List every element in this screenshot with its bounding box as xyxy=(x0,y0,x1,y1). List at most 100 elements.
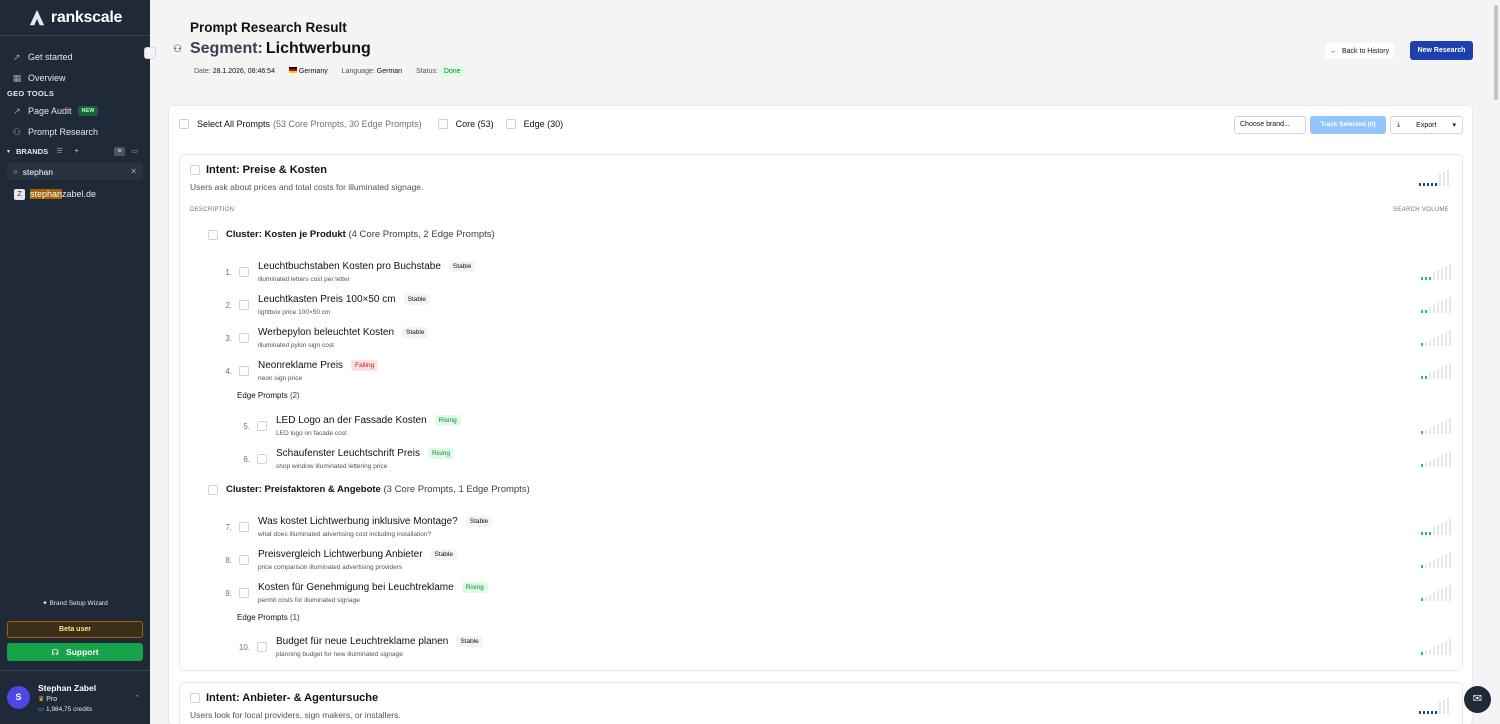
track-selected-button[interactable]: Track Selected (0) xyxy=(1310,116,1386,134)
prompt-number: 3. xyxy=(225,334,232,343)
volume-bar xyxy=(1425,430,1427,434)
prompt-title: Was kostet Lichtwerbung inklusive Montag… xyxy=(258,516,458,527)
intent-description: Users ask about prices and total costs f… xyxy=(190,182,424,192)
volume-bars xyxy=(1421,450,1451,467)
export-button[interactable]: ⤓ Export ▾ xyxy=(1390,116,1463,134)
back-to-history-button[interactable]: ← Back to History xyxy=(1325,43,1395,59)
cluster-checkbox[interactable] xyxy=(208,229,218,240)
nav-prompt-research[interactable]: ⚇ Prompt Research xyxy=(0,121,150,142)
volume-bar xyxy=(1441,455,1443,467)
scrollbar[interactable] xyxy=(1492,0,1500,724)
volume-bar xyxy=(1421,532,1423,535)
edge-label: Edge (30) xyxy=(523,119,564,129)
volume-bar xyxy=(1449,264,1451,280)
crown-icon: ♛ xyxy=(38,695,45,703)
prompt-title: LED Logo an der Fassade Kosten xyxy=(276,415,427,426)
prompt-row[interactable]: 3. Werbepylon beleuchtet Kosten Stable illu… xyxy=(180,325,1464,353)
prompt-checkbox[interactable] xyxy=(239,555,249,565)
volume-bar xyxy=(1449,363,1451,379)
prompt-translation: price comparison illuminated advertising… xyxy=(258,564,403,571)
choose-brand-select[interactable]: Choose brand... xyxy=(1234,116,1306,134)
volume-bar xyxy=(1447,170,1449,186)
user-menu[interactable]: S Stephan Zabel ♛ Pro ▭ 1,984,75 credits… xyxy=(0,670,150,724)
intent-group: Intent: Anbieter- & Agentursuche Users l… xyxy=(179,682,1463,724)
prompt-checkbox[interactable] xyxy=(239,267,249,277)
volume-bar xyxy=(1445,587,1447,601)
folder-icon[interactable]: ▭ xyxy=(129,147,140,156)
brand-setup-wizard-link[interactable]: ✦ Brand Setup Wizard xyxy=(0,599,150,607)
scrollbar-thumb[interactable] xyxy=(1494,5,1498,100)
core-checkbox[interactable] xyxy=(437,119,448,129)
chat-icon[interactable]: ✉ xyxy=(1464,686,1491,713)
prompt-checkbox[interactable] xyxy=(239,366,249,376)
volume-bar xyxy=(1441,268,1443,280)
intent-checkbox[interactable] xyxy=(190,693,200,703)
nav-get-started[interactable]: ➚ Get started xyxy=(0,46,150,67)
volume-bar xyxy=(1437,645,1439,655)
volume-bar xyxy=(1421,464,1423,467)
cluster-checkbox[interactable] xyxy=(208,484,218,495)
prompt-checkbox[interactable] xyxy=(239,300,249,310)
prompt-row[interactable]: 5. LED Logo an der Fassade Kosten Rising LE… xyxy=(180,413,1464,441)
prompt-translation: permit costs for illuminated signage xyxy=(258,597,360,604)
prompt-row[interactable]: 7. Was kostet Lichtwerbung inklusive Mont… xyxy=(180,514,1464,542)
prompt-checkbox[interactable] xyxy=(239,588,249,598)
volume-bar xyxy=(1445,299,1447,313)
prompt-row[interactable]: 9. Kosten für Genehmigung bei Leuchtrekla… xyxy=(180,580,1464,608)
trend-badge: Stable xyxy=(402,327,429,338)
volume-bar xyxy=(1421,652,1423,655)
intent-volume-bars xyxy=(1419,697,1449,714)
brand-item[interactable]: Z stephanzabel.de xyxy=(0,186,150,202)
volume-bar xyxy=(1449,297,1451,313)
volume-bar xyxy=(1429,277,1431,280)
prompt-checkbox[interactable] xyxy=(239,333,249,343)
prompt-checkbox[interactable] xyxy=(257,642,267,652)
prompt-row[interactable]: 4. Neonreklame Preis Falling neon sign pric… xyxy=(180,358,1464,386)
volume-bar xyxy=(1445,641,1447,655)
volume-bar xyxy=(1449,418,1451,434)
volume-bars xyxy=(1421,362,1451,379)
prompt-row[interactable]: 2. Leuchtkasten Preis 100×50 cm Stable ligh… xyxy=(180,292,1464,320)
list-icon[interactable]: ☰ xyxy=(54,147,65,156)
nav-overview[interactable]: ▦ Overview xyxy=(0,67,150,88)
edge-label-count: (1) xyxy=(289,613,300,622)
beta-user-badge: Beta user xyxy=(7,621,143,638)
search-icon: ⌕ xyxy=(13,166,18,176)
intent-checkbox[interactable] xyxy=(190,165,200,175)
volume-bar xyxy=(1425,310,1427,313)
date-value: 28.1.2026, 08:46:54 xyxy=(212,67,275,75)
prompt-row[interactable]: 8. Preisvergleich Lichtwerbung Anbieter St… xyxy=(180,547,1464,575)
volume-bar xyxy=(1423,711,1425,714)
add-brand-icon[interactable]: + xyxy=(71,147,82,156)
volume-bar xyxy=(1425,342,1427,346)
list-view-icon[interactable]: ≡ xyxy=(114,146,125,156)
logo[interactable]: rankscale xyxy=(0,0,150,36)
trend-badge: Stable xyxy=(430,549,457,560)
volume-bar xyxy=(1429,340,1431,346)
support-button[interactable]: ☊ Support xyxy=(7,643,143,661)
clear-icon[interactable]: ✕ xyxy=(130,167,137,176)
cluster-header: Cluster: Preisfaktoren & Angebote (3 Cor… xyxy=(208,484,530,495)
prompt-checkbox[interactable] xyxy=(239,522,249,532)
prompt-checkbox[interactable] xyxy=(257,454,267,464)
select-all-checkbox[interactable] xyxy=(179,119,189,129)
core-label: Core (53) xyxy=(455,119,494,129)
brand-favicon-icon: Z xyxy=(14,188,25,200)
segment-label: Segment: xyxy=(189,40,263,57)
nav-page-audit[interactable]: ↗ Page Audit NEW xyxy=(0,100,150,121)
prompt-row[interactable]: 1. Leuchtbuchstaben Kosten pro Buchstabe S… xyxy=(180,259,1464,287)
brand-search-value: stephan xyxy=(22,166,54,177)
brand-match: stephan xyxy=(30,189,63,199)
chevron-down-icon[interactable]: ▾ xyxy=(7,148,10,155)
volume-bars xyxy=(1421,518,1451,535)
new-research-button[interactable]: New Research xyxy=(1410,41,1473,60)
prompt-row[interactable]: 6. Schaufenster Leuchtschrift Preis Rising… xyxy=(180,446,1464,474)
prompt-row[interactable]: 10. Budget für neue Leuchtreklame planen S… xyxy=(180,634,1464,662)
volume-bar xyxy=(1437,591,1439,601)
sidebar-toggle-icon[interactable] xyxy=(144,47,156,59)
brand-search-input[interactable]: ⌕ stephan ✕ xyxy=(7,163,143,180)
edge-checkbox[interactable] xyxy=(505,119,516,129)
rankscale-logo-icon xyxy=(29,9,45,25)
prompt-checkbox[interactable] xyxy=(257,421,267,431)
volume-bars xyxy=(1421,263,1451,280)
